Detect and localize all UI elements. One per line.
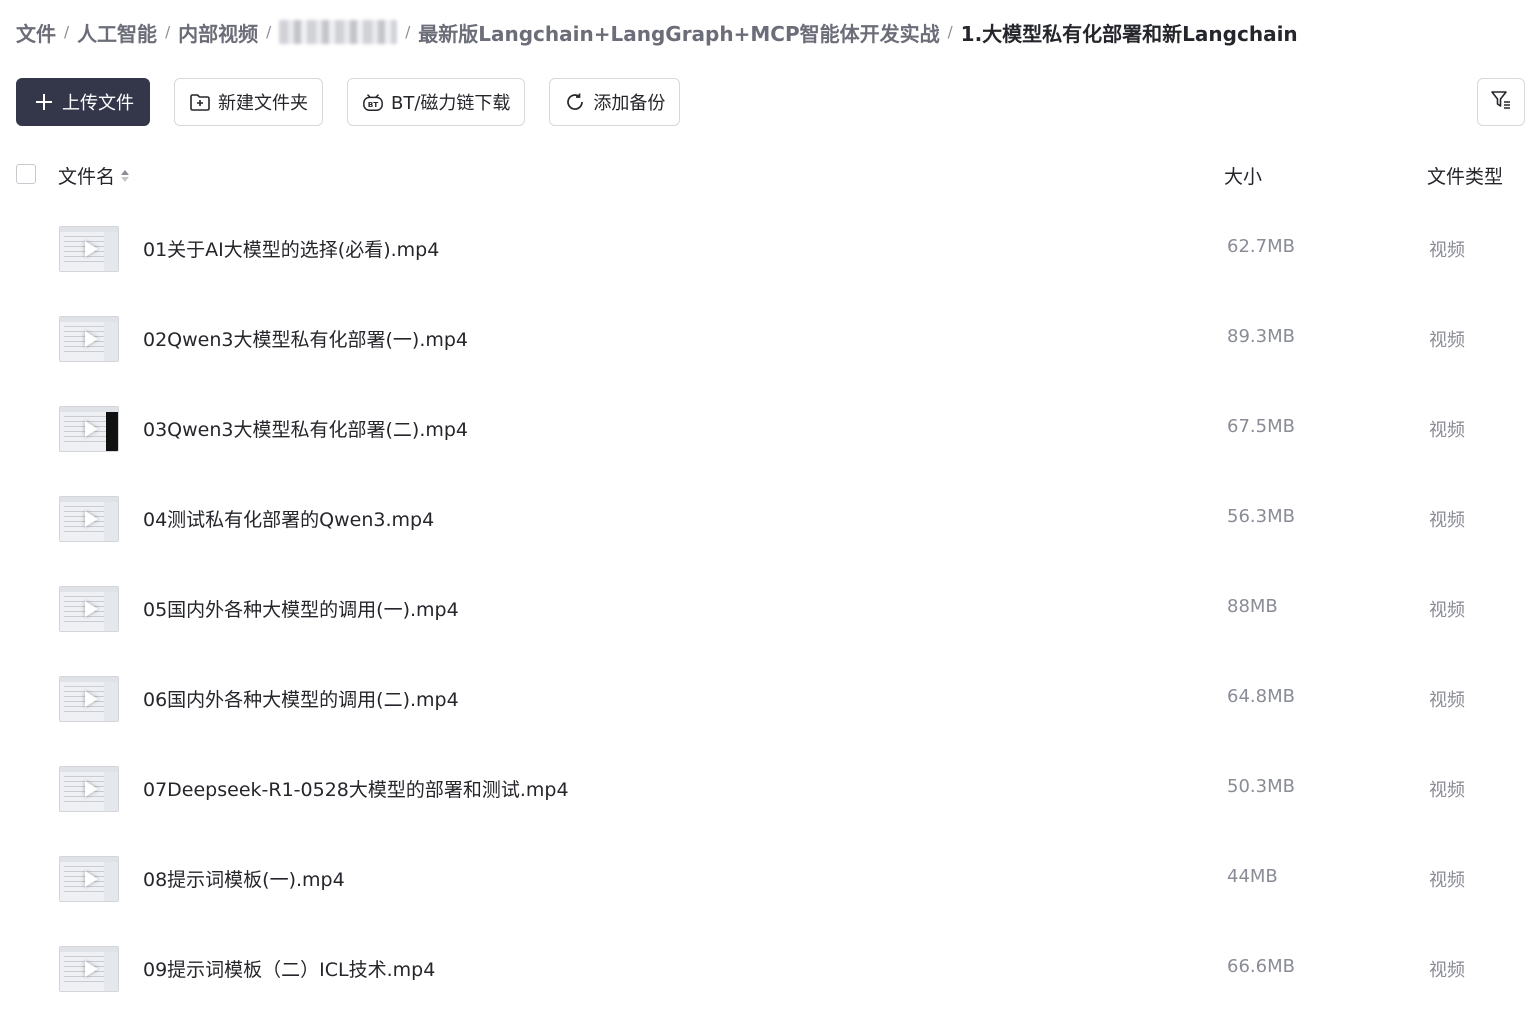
video-thumbnail[interactable] — [59, 226, 119, 272]
file-name[interactable]: 07Deepseek-R1-0528大模型的部署和测试.mp4 — [143, 775, 569, 802]
table-row[interactable]: 06国内外各种大模型的调用(二).mp4 64.8MB 视频 — [0, 655, 1538, 745]
filter-button[interactable] — [1477, 78, 1525, 126]
breadcrumb-separator: / — [947, 23, 953, 41]
svg-text:BT: BT — [368, 100, 379, 109]
file-size: 44MB — [1227, 866, 1278, 887]
add-backup-button-label: 添加备份 — [593, 93, 666, 114]
bt-download-button[interactable]: BT BT/磁力链下载 — [347, 78, 526, 126]
table-row[interactable]: 03Qwen3大模型私有化部署(二).mp4 67.5MB 视频 — [0, 385, 1538, 475]
breadcrumb-redacted-item[interactable] — [279, 20, 398, 44]
video-thumbnail[interactable] — [59, 586, 119, 632]
table-row[interactable]: 05国内外各种大模型的调用(一).mp4 88MB 视频 — [0, 565, 1538, 655]
upload-button-label: 上传文件 — [62, 93, 134, 114]
file-name[interactable]: 06国内外各种大模型的调用(二).mp4 — [143, 685, 459, 712]
file-type: 视频 — [1429, 330, 1465, 351]
file-name[interactable]: 08提示词模板(一).mp4 — [143, 865, 345, 892]
table-row[interactable]: 08提示词模板(一).mp4 44MB 视频 — [0, 835, 1538, 925]
backup-icon — [564, 91, 586, 113]
file-name[interactable]: 05国内外各种大模型的调用(一).mp4 — [143, 595, 459, 622]
table-header: 文件名 大小 文件类型 — [0, 152, 1538, 198]
play-icon — [85, 421, 98, 437]
breadcrumb-ai[interactable]: 人工智能 — [77, 18, 157, 47]
play-icon — [85, 961, 98, 977]
column-header-name[interactable]: 文件名 — [58, 162, 130, 189]
column-header-name-label: 文件名 — [58, 166, 116, 188]
select-all-checkbox[interactable] — [16, 164, 36, 184]
play-icon — [85, 511, 98, 527]
video-thumbnail[interactable] — [59, 496, 119, 542]
column-header-size[interactable]: 大小 — [1224, 162, 1262, 189]
sort-icon[interactable] — [121, 169, 130, 182]
breadcrumb: 文件 / 人工智能 / 内部视频 / / 最新版Langchain+LangGr… — [16, 14, 1298, 50]
file-name[interactable]: 03Qwen3大模型私有化部署(二).mp4 — [143, 415, 468, 442]
breadcrumb-separator: / — [165, 23, 171, 41]
play-icon — [85, 601, 98, 617]
file-size: 50.3MB — [1227, 776, 1295, 797]
video-thumbnail[interactable] — [59, 766, 119, 812]
video-thumbnail[interactable] — [59, 946, 119, 992]
new-folder-icon — [189, 91, 211, 113]
file-name[interactable]: 09提示词模板（二）ICL技术.mp4 — [143, 955, 435, 982]
breadcrumb-internal-videos[interactable]: 内部视频 — [178, 18, 258, 47]
file-size: 64.8MB — [1227, 686, 1295, 707]
file-type: 视频 — [1429, 420, 1465, 441]
file-type: 视频 — [1429, 960, 1465, 981]
video-thumbnail[interactable] — [59, 316, 119, 362]
table-row[interactable]: 07Deepseek-R1-0528大模型的部署和测试.mp4 50.3MB 视… — [0, 745, 1538, 835]
bt-download-button-label: BT/磁力链下载 — [391, 93, 511, 114]
file-size: 89.3MB — [1227, 326, 1295, 347]
bt-icon: BT — [362, 91, 384, 113]
toolbar: 上传文件 新建文件夹 BT BT/磁力链下载 添加备份 — [16, 78, 681, 126]
table-row[interactable]: 01关于AI大模型的选择(必看).mp4 62.7MB 视频 — [0, 205, 1538, 295]
breadcrumb-files[interactable]: 文件 — [16, 18, 56, 47]
filter-icon — [1489, 88, 1513, 116]
column-header-type[interactable]: 文件类型 — [1427, 162, 1503, 189]
table-row[interactable]: 09提示词模板（二）ICL技术.mp4 66.6MB 视频 — [0, 925, 1538, 1015]
play-icon — [85, 691, 98, 707]
file-list: 01关于AI大模型的选择(必看).mp4 62.7MB 视频 02Qwen3大模… — [0, 205, 1538, 1015]
file-size: 66.6MB — [1227, 956, 1295, 977]
file-type: 视频 — [1429, 600, 1465, 621]
file-type: 视频 — [1429, 780, 1465, 801]
file-size: 56.3MB — [1227, 506, 1295, 527]
file-name[interactable]: 01关于AI大模型的选择(必看).mp4 — [143, 235, 439, 262]
play-icon — [85, 781, 98, 797]
file-size: 88MB — [1227, 596, 1278, 617]
play-icon — [85, 871, 98, 887]
file-size: 62.7MB — [1227, 236, 1295, 257]
table-row[interactable]: 04测试私有化部署的Qwen3.mp4 56.3MB 视频 — [0, 475, 1538, 565]
file-type: 视频 — [1429, 870, 1465, 891]
table-row[interactable]: 02Qwen3大模型私有化部署(一).mp4 89.3MB 视频 — [0, 295, 1538, 385]
breadcrumb-course[interactable]: 最新版Langchain+LangGraph+MCP智能体开发实战 — [418, 18, 939, 47]
file-name[interactable]: 02Qwen3大模型私有化部署(一).mp4 — [143, 325, 468, 352]
video-thumbnail[interactable] — [59, 856, 119, 902]
add-backup-button[interactable]: 添加备份 — [549, 78, 681, 126]
breadcrumb-separator: / — [266, 23, 272, 41]
breadcrumb-separator: / — [405, 23, 411, 41]
upload-button[interactable]: 上传文件 — [16, 78, 150, 126]
plus-icon — [33, 91, 55, 113]
file-type: 视频 — [1429, 240, 1465, 261]
new-folder-button-label: 新建文件夹 — [218, 93, 308, 114]
play-icon — [85, 241, 98, 257]
file-size: 67.5MB — [1227, 416, 1295, 437]
new-folder-button[interactable]: 新建文件夹 — [174, 78, 323, 126]
file-type: 视频 — [1429, 690, 1465, 711]
play-icon — [85, 331, 98, 347]
video-thumbnail[interactable] — [59, 676, 119, 722]
file-name[interactable]: 04测试私有化部署的Qwen3.mp4 — [143, 505, 434, 532]
video-thumbnail[interactable] — [59, 406, 119, 452]
file-type: 视频 — [1429, 510, 1465, 531]
breadcrumb-current: 1.大模型私有化部署和新Langchain — [960, 21, 1298, 46]
breadcrumb-separator: / — [64, 23, 70, 41]
